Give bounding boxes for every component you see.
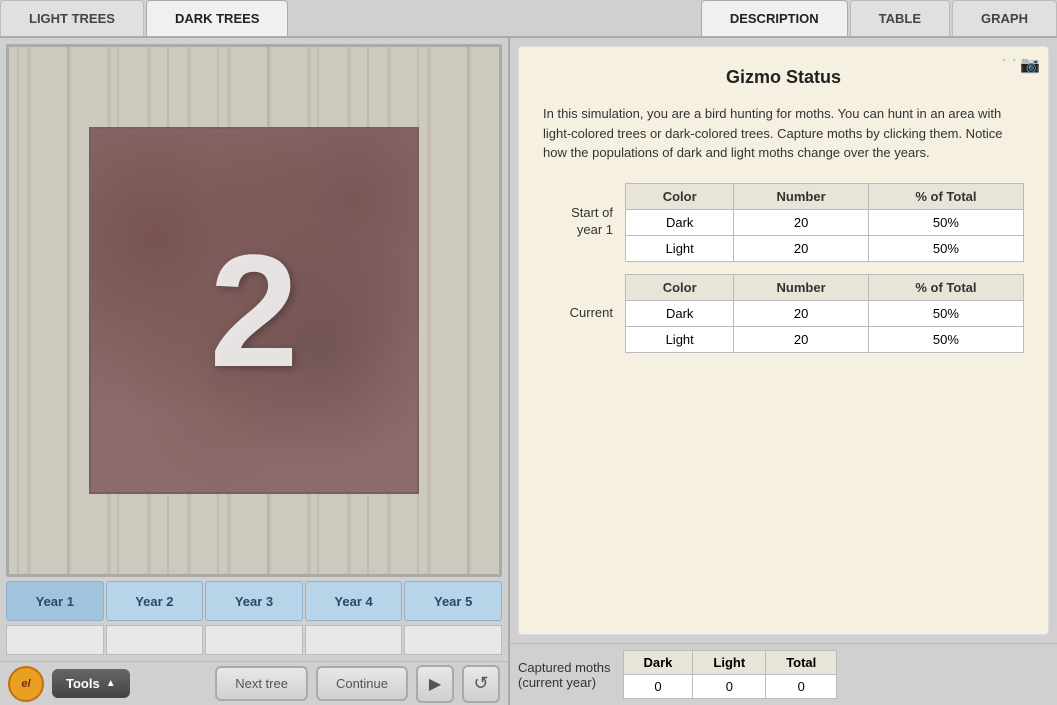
captured-col-dark: Dark: [623, 651, 693, 675]
tools-button[interactable]: Tools ▲: [52, 669, 130, 698]
tab-dark-trees[interactable]: DARK TREES: [146, 0, 289, 36]
captured-dark-value: 0: [623, 675, 693, 699]
year-captured-3: [205, 625, 303, 655]
year-captured-1: [6, 625, 104, 655]
current-col-number: Number: [734, 274, 868, 300]
panel-description: In this simulation, you are a bird hunti…: [543, 104, 1024, 163]
current-table: Color Number % of Total Dark 20 50%: [625, 274, 1024, 353]
continue-button[interactable]: Continue: [316, 666, 408, 701]
captured-col-light: Light: [693, 651, 766, 675]
table-row: Dark 20 50%: [626, 209, 1024, 235]
reset-button[interactable]: ↺: [462, 665, 500, 703]
captured-total-value: 0: [766, 675, 837, 699]
start-col-percent: % of Total: [868, 183, 1023, 209]
year-captured-5: [404, 625, 502, 655]
bottom-controls: el Tools ▲ Next tree Continue ▶ ↺: [0, 661, 508, 705]
captured-values-row: 0 0 0: [623, 675, 837, 699]
table-row: Light 20 50%: [626, 326, 1024, 352]
tab-description[interactable]: DESCRIPTION: [701, 0, 848, 36]
captured-light-value: 0: [693, 675, 766, 699]
current-col-color: Color: [626, 274, 734, 300]
tab-graph[interactable]: GRAPH: [952, 0, 1057, 36]
current-table-row: Current Color Number % of Total: [543, 274, 1024, 353]
start-col-number: Number: [734, 183, 868, 209]
year-tab-2[interactable]: Year 2: [106, 581, 204, 621]
play-icon: ▶: [429, 674, 441, 694]
year-captured-row: [6, 625, 502, 655]
year-tab-3[interactable]: Year 3: [205, 581, 303, 621]
table-row: Dark 20 50%: [626, 300, 1024, 326]
year-tab-5[interactable]: Year 5: [404, 581, 502, 621]
captured-label: Captured moths(current year): [518, 660, 611, 690]
tools-chevron-icon: ▲: [106, 678, 116, 689]
start-year-table: Color Number % of Total Dark 20 50%: [625, 183, 1024, 262]
year-tabs-bar: Year 1 Year 2 Year 3 Year 4 Year 5: [6, 581, 502, 621]
year-tab-4[interactable]: Year 4: [305, 581, 403, 621]
bottom-stats: Captured moths(current year) Dark Light …: [510, 643, 1057, 705]
start-year-table-row: Start ofyear 1 Color Number % of Total: [543, 183, 1024, 262]
play-button[interactable]: ▶: [416, 665, 454, 703]
description-panel: - - 📷 Gizmo Status In this simulation, y…: [518, 46, 1049, 635]
captured-table: Dark Light Total 0 0 0: [623, 650, 838, 699]
year-captured-4: [305, 625, 403, 655]
next-tree-button[interactable]: Next tree: [215, 666, 308, 701]
camera-icon[interactable]: 📷: [1020, 55, 1040, 75]
tree-display[interactable]: 2: [6, 44, 502, 577]
current-label: Current: [543, 305, 613, 322]
current-col-percent: % of Total: [868, 274, 1023, 300]
tab-light-trees[interactable]: LIGHT TREES: [0, 0, 144, 36]
captured-col-total: Total: [766, 651, 837, 675]
screenshot-dots: - -: [1003, 55, 1018, 66]
table-row: Light 20 50%: [626, 235, 1024, 261]
panel-title: Gizmo Status: [543, 67, 1024, 88]
year-captured-2: [106, 625, 204, 655]
start-col-color: Color: [626, 183, 734, 209]
year-number: 2: [210, 219, 299, 403]
tab-table[interactable]: TABLE: [850, 0, 950, 36]
year-tab-1[interactable]: Year 1: [6, 581, 104, 621]
start-year-label: Start ofyear 1: [543, 205, 613, 239]
tools-logo: el: [8, 666, 44, 702]
reset-icon: ↺: [473, 673, 488, 694]
